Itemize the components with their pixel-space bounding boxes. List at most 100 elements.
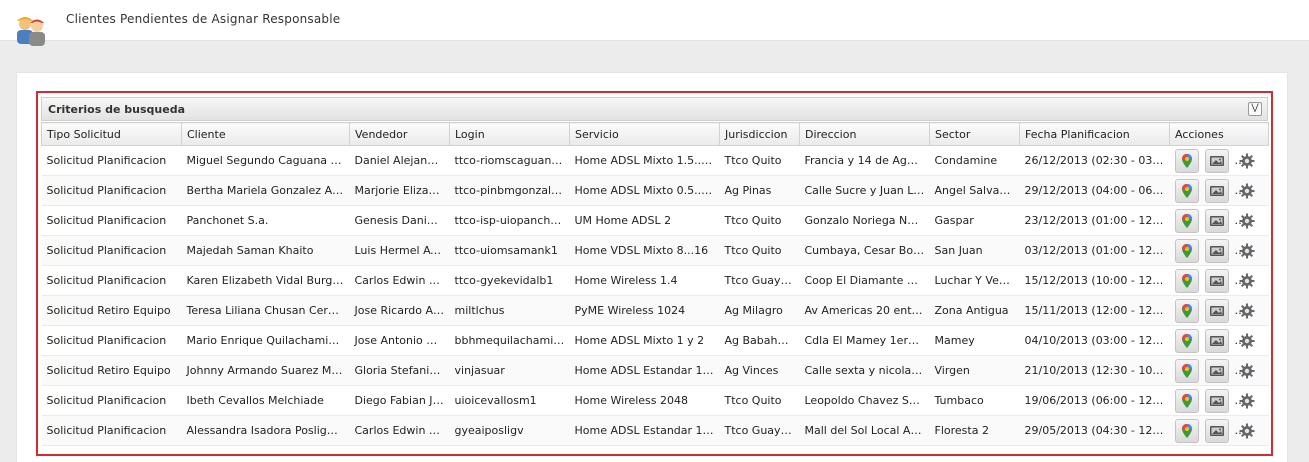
gear-icon[interactable] [1234,178,1259,203]
table-row[interactable]: Solicitud Planificacion Panchonet S.a. Gen… [41,205,1269,236]
table-cell: Gonzalo Noriega N38 ... [799,205,930,236]
gear-icon[interactable] [1234,208,1259,233]
column-header[interactable]: Tipo Solicitud [41,122,182,146]
table-cell: Coop El Diamante Mz ... [799,265,930,296]
column-header[interactable]: Login [449,122,570,146]
row-actions [1169,325,1269,356]
column-header[interactable]: Acciones [1169,122,1269,146]
table-cell: Gaspar [929,205,1020,236]
table-cell: Luchar Y Vencer [929,265,1020,296]
table-cell: Daniel Alejandro... [349,145,450,176]
gear-icon[interactable] [1234,388,1259,413]
image-icon[interactable] [1204,268,1229,293]
map-pin-icon[interactable] [1174,178,1199,203]
table-cell: Bertha Mariela Gonzalez Aguilar [181,175,350,206]
image-icon[interactable] [1204,148,1229,173]
row-actions [1169,385,1269,416]
map-pin-icon[interactable] [1174,148,1199,173]
image-icon[interactable] [1204,298,1229,323]
map-pin-icon[interactable] [1174,418,1199,443]
table-row[interactable]: Solicitud Planificacion Majedah Saman Kha… [41,235,1269,266]
table-cell: Luis Hermel Avil... [349,235,450,266]
table-cell: ttco-uiomsamank1 [449,235,570,266]
table-cell: Ttco Guaya... [719,265,800,296]
table-header-row: Tipo Solicitud Cliente Vendedor Login Servic… [41,122,1269,146]
table-cell: ttco-riomscaguanan1 [449,145,570,176]
table-cell: Diego Fabian Ji... [349,385,450,416]
column-header[interactable]: Jurisdiccion [719,122,800,146]
table-cell: Ibeth Cevallos Melchiade [181,385,350,416]
table-cell: ttco-gyekevidalb1 [449,265,570,296]
table-cell: vinjasuar [449,355,570,386]
row-actions [1169,145,1269,176]
table-cell: Solicitud Planificacion [41,385,182,416]
column-header[interactable]: Servicio [569,122,720,146]
table-cell: Ttco Quito [719,205,800,236]
map-pin-icon[interactable] [1174,238,1199,263]
column-header[interactable]: Direccion [799,122,930,146]
row-actions [1169,235,1269,266]
table-cell: Cumbaya, Cesar Borja... [799,235,930,266]
table-cell: Miguel Segundo Caguana Nam... [181,145,350,176]
table-cell: Mall del Sol Local A5 Pi... [799,415,930,446]
gear-icon[interactable] [1234,268,1259,293]
image-icon[interactable] [1204,358,1229,383]
map-pin-icon[interactable] [1174,388,1199,413]
gear-icon[interactable] [1234,148,1259,173]
gear-icon[interactable] [1234,328,1259,353]
column-header[interactable]: Fecha Planificacion [1019,122,1170,146]
image-icon[interactable] [1204,208,1229,233]
gear-icon[interactable] [1234,238,1259,263]
map-pin-icon[interactable] [1174,328,1199,353]
table-cell: Ttco Quito [719,235,800,266]
column-header[interactable]: Sector [929,122,1020,146]
table-row[interactable]: Solicitud Retiro Equipo Johnny Armando Su… [41,355,1269,386]
table-cell: Francia y 14 de Agosto [799,145,930,176]
image-icon[interactable] [1204,238,1229,263]
image-icon[interactable] [1204,388,1229,413]
table-cell: Teresa Liliana Chusan Cervant... [181,295,350,326]
table-cell: 26/12/2013 (02:30 - 03:30) [1019,145,1170,176]
map-pin-icon[interactable] [1174,358,1199,383]
image-icon[interactable] [1204,418,1229,443]
table-cell: Leopoldo Chavez SN y... [799,385,930,416]
image-icon[interactable] [1204,328,1229,353]
table-cell: 04/10/2013 (03:00 - 12:30) [1019,325,1170,356]
image-icon[interactable] [1204,178,1229,203]
column-header[interactable]: Vendedor [349,122,450,146]
table-row[interactable]: Solicitud Planificacion Mario Enrique Qui… [41,325,1269,356]
table-row[interactable]: Solicitud Planificacion Karen Elizabeth V… [41,265,1269,296]
users-icon [12,12,50,50]
table-cell: uioicevallosm1 [449,385,570,416]
table-row[interactable]: Solicitud Planificacion Ibeth Cevallos Me… [41,385,1269,416]
table-row[interactable]: Solicitud Planificacion Bertha Mariela Go… [41,175,1269,206]
table-row[interactable]: Solicitud Planificacion Miguel Segundo Ca… [41,145,1269,176]
table-cell: PyME Wireless 1024 [569,295,720,326]
table-cell: Panchonet S.a. [181,205,350,236]
table-cell: Mamey [929,325,1020,356]
table-cell: Solicitud Planificacion [41,325,182,356]
table-cell: 15/12/2013 (10:00 - 12:30) [1019,265,1170,296]
table-cell: Home ADSL Mixto 1.5...3.0 [569,145,720,176]
table-cell: San Juan [929,235,1020,266]
gear-icon[interactable] [1234,358,1259,383]
row-actions [1169,175,1269,206]
table-cell: Solicitud Planificacion [41,265,182,296]
column-header[interactable]: Cliente [181,122,350,146]
table-cell: Angel Salvador [929,175,1020,206]
gear-icon[interactable] [1234,298,1259,323]
table-cell: Ttco Guaya... [719,415,800,446]
table-cell: Home ADSL Mixto 1 y 2 [569,325,720,356]
map-pin-icon[interactable] [1174,298,1199,323]
table-cell: Johnny Armando Suarez Mosq... [181,355,350,386]
map-pin-icon[interactable] [1174,268,1199,293]
table-row[interactable]: Solicitud Planificacion Alessandra Isador… [41,415,1269,446]
map-pin-icon[interactable] [1174,208,1199,233]
table-row[interactable]: Solicitud Retiro Equipo Teresa Liliana Ch… [41,295,1269,326]
gear-icon[interactable] [1234,418,1259,443]
table-cell: Home ADSL Estandar 1024 [569,355,720,386]
table-cell: Zona Antigua [929,295,1020,326]
table-cell: Jose Ricardo As... [349,295,450,326]
double-chevron-down-icon[interactable]: ⋁ [1248,102,1262,116]
table-cell: bbhmequilachaminc1 [449,325,570,356]
